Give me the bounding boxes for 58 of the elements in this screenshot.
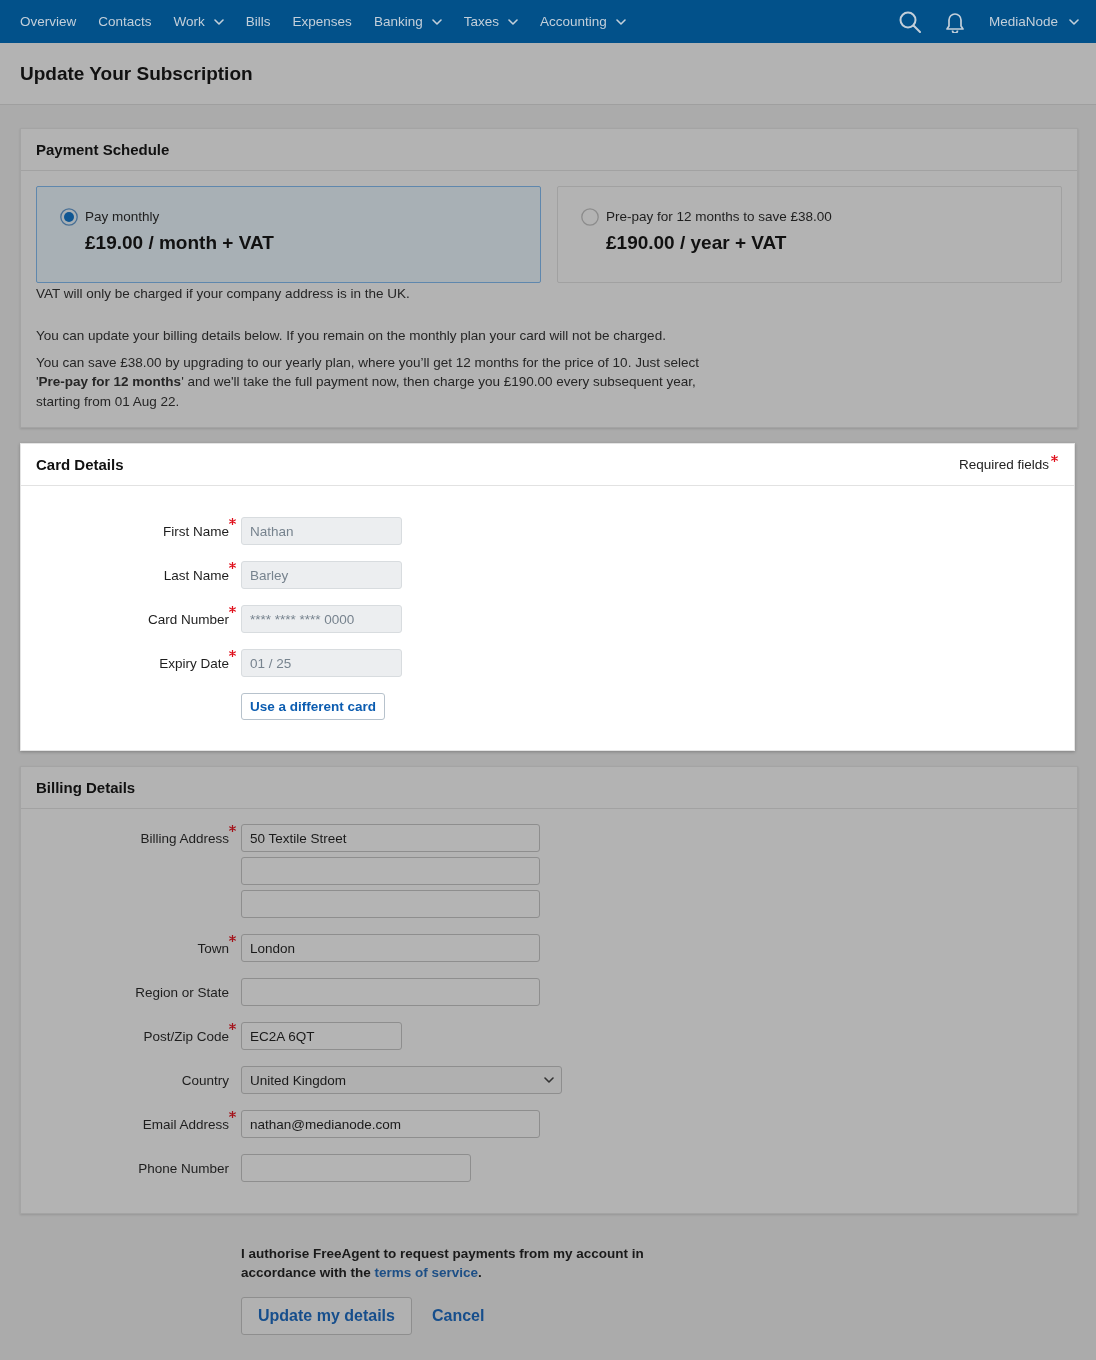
nav-link[interactable]: Bills: [245, 14, 271, 29]
input-field[interactable]: [241, 857, 540, 885]
chevron-down-icon: [544, 1077, 554, 1083]
field-label: Email Address: [142, 1116, 229, 1132]
required-fields-note: Required fields: [958, 457, 1049, 472]
field-label: Last Name: [163, 567, 229, 583]
use-different-card-button[interactable]: Use a different card: [241, 693, 386, 720]
field-label: First Name: [163, 523, 229, 539]
nav-link[interactable]: Expenses: [292, 14, 352, 29]
radio-button[interactable]: [581, 208, 599, 226]
chevron-down-icon: [507, 18, 518, 25]
plan-label: Pay monthly: [85, 209, 161, 224]
search-icon[interactable]: [898, 10, 921, 33]
chevron-down-icon: [615, 18, 626, 25]
section-title: Card Details: [36, 456, 124, 473]
field-label: Post/Zip Code: [143, 1028, 229, 1044]
plan-option-card[interactable]: Pre-pay for 12 months to save £38.00 £190.00 / year + VAT: [557, 186, 1062, 283]
nav-link[interactable]: Contacts: [98, 14, 152, 29]
required-asterisk-icon: [1051, 455, 1058, 462]
nav-link[interactable]: Accounting: [539, 14, 626, 29]
page-title: Update Your Subscription: [20, 62, 253, 85]
cancel-link[interactable]: Cancel: [431, 1307, 485, 1325]
plan-label: Pre-pay for 12 months to save £38.00: [606, 209, 832, 224]
section-title: Billing Details: [36, 779, 136, 796]
field-label: Card Number: [147, 611, 229, 627]
nav-link[interactable]: Banking: [373, 14, 442, 29]
chevron-down-icon: [431, 18, 442, 25]
field-label: Country: [181, 1072, 229, 1088]
nav-link[interactable]: Work: [173, 14, 224, 29]
field-label: Billing Address: [140, 830, 229, 846]
input-field[interactable]: [241, 978, 540, 1006]
chevron-down-icon: [1069, 18, 1079, 25]
input-field[interactable]: [241, 890, 540, 918]
input-field[interactable]: nathan@medianode.com: [241, 1110, 540, 1138]
field-label: Phone Number: [138, 1160, 229, 1176]
plan-price: £190.00 / year + VAT: [606, 232, 788, 254]
input-field[interactable]: 50 Textile Street: [241, 824, 540, 852]
nav-link[interactable]: Taxes: [463, 14, 518, 29]
plan-option-card[interactable]: Pay monthly £19.00 / month + VAT: [36, 186, 541, 283]
account-menu[interactable]: MediaNode: [988, 14, 1079, 29]
chevron-down-icon: [213, 18, 224, 25]
update-details-button[interactable]: Update my details: [241, 1297, 412, 1335]
plan-price: £19.00 / month + VAT: [85, 232, 274, 254]
bell-icon[interactable]: [944, 10, 965, 33]
radio-button[interactable]: [60, 208, 78, 226]
nav-link[interactable]: Overview: [20, 14, 77, 29]
info-paragraph: You can update your billing details below. If you remain on the monthly plan your card will not be charged.: [36, 327, 667, 345]
authorisation-text: I authorise FreeAgent to request payments from my account in accordance with the terms of service.: [241, 1245, 645, 1282]
input-field[interactable]: [241, 1154, 471, 1182]
vat-note: VAT will only be charged if your company address is in the UK.: [36, 285, 411, 302]
section-title: Payment Schedule: [36, 141, 170, 158]
info-paragraph: You can save £38.00 by upgrading to our yearly plan, where you’ll get 12 months for the price of 10. Just select 'Pre-pay for 12 months' and we'll take the full payment now, then charge you £190.00 every subsequent year, starting from 01 Aug 22.: [36, 353, 700, 411]
field-label: Town: [197, 940, 229, 956]
select-field[interactable]: United Kingdom: [241, 1066, 562, 1094]
input-field[interactable]: EC2A 6QT: [241, 1022, 402, 1050]
input-field[interactable]: London: [241, 934, 540, 962]
field-label: Expiry Date: [159, 655, 229, 671]
field-label: Region or State: [135, 984, 229, 1000]
